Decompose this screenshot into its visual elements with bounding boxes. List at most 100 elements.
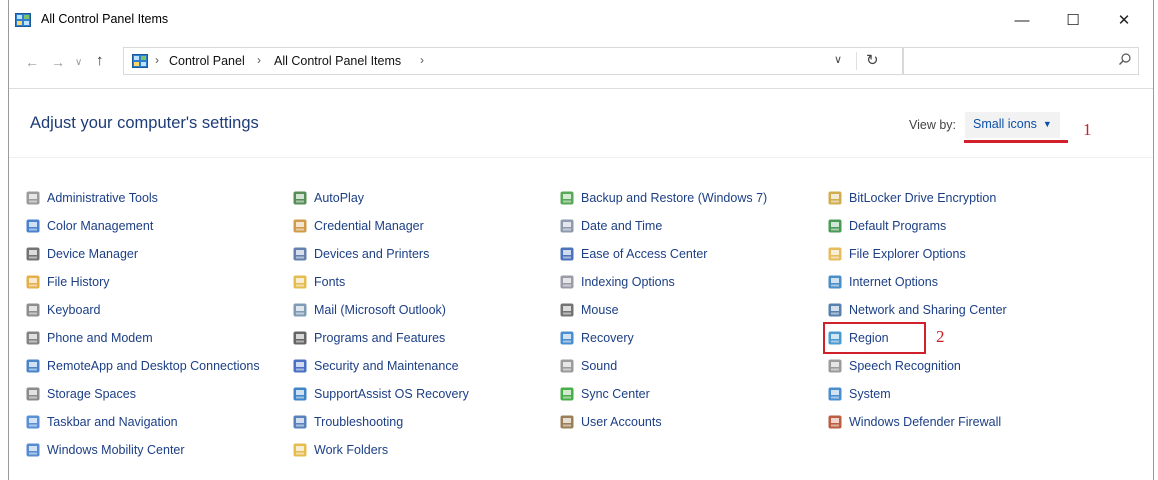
default-programs-icon: [828, 219, 842, 233]
control-panel-item[interactable]: SupportAssist OS Recovery: [292, 384, 469, 404]
control-panel-item[interactable]: AutoPlay: [292, 188, 364, 208]
control-panel-item[interactable]: Devices and Printers: [292, 244, 429, 264]
minimize-button[interactable]: —: [999, 6, 1045, 34]
control-panel-item[interactable]: Credential Manager: [292, 216, 424, 236]
annotation-number-1: 1: [1083, 120, 1092, 139]
view-by-dropdown[interactable]: Small icons ▼: [965, 112, 1060, 138]
control-panel-icon: [132, 54, 148, 68]
breadcrumb-chevron-icon[interactable]: ›: [257, 53, 261, 67]
search-icon: [1119, 53, 1131, 65]
control-panel-item-label: System: [849, 387, 891, 401]
network-sharing-icon: [828, 303, 842, 317]
control-panel-item[interactable]: Device Manager: [25, 244, 138, 264]
control-panel-item[interactable]: Troubleshooting: [292, 412, 403, 432]
breadcrumb-all-items[interactable]: All Control Panel Items: [274, 54, 401, 68]
sync-center-icon: [560, 387, 574, 401]
navigation-bar: ← → ∨ ↑ › Control Panel › All Control Pa…: [9, 40, 1153, 82]
control-panel-item[interactable]: Windows Mobility Center: [25, 440, 185, 460]
control-panel-item-label: Work Folders: [314, 443, 389, 457]
close-button[interactable]: ✕: [1101, 6, 1147, 34]
breadcrumb-chevron-icon[interactable]: ›: [420, 53, 424, 67]
control-panel-item[interactable]: Administrative Tools: [25, 188, 158, 208]
breadcrumb-chevron-icon[interactable]: ›: [155, 53, 159, 67]
annotation-number-2: 2: [936, 327, 945, 346]
title-bar: All Control Panel Items — ☐ ✕: [9, 0, 1153, 40]
address-bar[interactable]: › Control Panel › All Control Panel Item…: [123, 47, 903, 75]
recovery-icon: [560, 331, 574, 345]
recent-locations-chevron-icon[interactable]: ∨: [75, 57, 82, 68]
header-separator: [9, 157, 1153, 158]
color-management-icon: [26, 219, 40, 233]
annotation-underline: [964, 140, 1068, 143]
devices-printers-icon: [293, 247, 307, 261]
control-panel-item[interactable]: Windows Defender Firewall: [827, 412, 1001, 432]
control-panel-item[interactable]: Sync Center: [559, 384, 650, 404]
control-panel-item-label: Windows Mobility Center: [47, 443, 185, 457]
control-panel-item[interactable]: Storage Spaces: [25, 384, 136, 404]
control-panel-item-label: Network and Sharing Center: [849, 303, 1007, 317]
forward-arrow-icon[interactable]: →: [51, 54, 65, 70]
programs-features-icon: [293, 331, 307, 345]
control-panel-item-label: Backup and Restore (Windows 7): [581, 191, 768, 205]
control-panel-item-label: Color Management: [47, 219, 154, 233]
admin-tools-icon: [26, 191, 40, 205]
control-panel-item[interactable]: Sound: [559, 356, 617, 376]
supportassist-icon: [293, 387, 307, 401]
control-panel-item[interactable]: Indexing Options: [559, 272, 675, 292]
control-panel-item-label: Device Manager: [47, 247, 139, 261]
control-panel-item[interactable]: User Accounts: [559, 412, 662, 432]
control-panel-item[interactable]: Backup and Restore (Windows 7): [559, 188, 767, 208]
troubleshooting-icon: [293, 415, 307, 429]
control-panel-window: All Control Panel Items — ☐ ✕ ← → ∨ ↑ › …: [8, 0, 1154, 480]
control-panel-item-label: SupportAssist OS Recovery: [314, 387, 469, 401]
control-panel-item[interactable]: BitLocker Drive Encryption: [827, 188, 996, 208]
backup-restore-icon: [560, 191, 574, 205]
control-panel-icon: [15, 13, 31, 27]
control-panel-item-label: Fonts: [314, 275, 346, 289]
search-input[interactable]: [903, 47, 1139, 75]
refresh-icon[interactable]: ↻: [866, 51, 879, 69]
device-manager-icon: [26, 247, 40, 261]
address-history-dropdown-icon[interactable]: ∨: [834, 53, 842, 66]
control-panel-item[interactable]: Security and Maintenance: [292, 356, 459, 376]
control-panel-item[interactable]: Programs and Features: [292, 328, 445, 348]
control-panel-item[interactable]: Fonts: [292, 272, 345, 292]
control-panel-item[interactable]: Phone and Modem: [25, 328, 153, 348]
address-divider: [856, 52, 857, 70]
control-panel-item-label: Security and Maintenance: [314, 359, 459, 373]
control-panel-item[interactable]: Default Programs: [827, 216, 946, 236]
control-panel-item[interactable]: Recovery: [559, 328, 634, 348]
control-panel-item-label: Speech Recognition: [849, 359, 961, 373]
control-panel-item-label: Sound: [581, 359, 618, 373]
control-panel-item[interactable]: Speech Recognition: [827, 356, 961, 376]
control-panel-item[interactable]: Taskbar and Navigation: [25, 412, 178, 432]
control-panel-item-label: File Explorer Options: [849, 247, 966, 261]
control-panel-item[interactable]: RemoteApp and Desktop Connections: [25, 356, 260, 376]
control-panel-item[interactable]: Work Folders: [292, 440, 388, 460]
control-panel-item[interactable]: File Explorer Options: [827, 244, 966, 264]
control-panel-item-label: Administrative Tools: [47, 191, 158, 205]
control-panel-item[interactable]: Network and Sharing Center: [827, 300, 1007, 320]
back-arrow-icon[interactable]: ←: [25, 54, 39, 70]
security-flag-icon: [293, 359, 307, 373]
control-panel-item[interactable]: Color Management: [25, 216, 153, 236]
control-panel-item[interactable]: Date and Time: [559, 216, 662, 236]
sound-icon: [560, 359, 574, 373]
breadcrumb-control-panel[interactable]: Control Panel: [169, 54, 245, 68]
control-panel-item[interactable]: Mail (Microsoft Outlook): [292, 300, 446, 320]
control-panel-item[interactable]: File History: [25, 272, 110, 292]
control-panel-item[interactable]: Keyboard: [25, 300, 101, 320]
up-arrow-icon[interactable]: ↑: [96, 52, 104, 69]
autoplay-icon: [293, 191, 307, 205]
control-panel-item[interactable]: Ease of Access Center: [559, 244, 707, 264]
remoteapp-icon: [26, 359, 40, 373]
fonts-icon: [293, 275, 307, 289]
control-panel-item-label: AutoPlay: [314, 191, 365, 205]
mouse-icon: [560, 303, 574, 317]
control-panel-item-label: Troubleshooting: [314, 415, 404, 429]
control-panel-item[interactable]: Mouse: [559, 300, 619, 320]
maximize-button[interactable]: ☐: [1050, 6, 1096, 34]
control-panel-item[interactable]: System: [827, 384, 891, 404]
control-panel-item[interactable]: Internet Options: [827, 272, 938, 292]
control-panel-item-label: Default Programs: [849, 219, 947, 233]
